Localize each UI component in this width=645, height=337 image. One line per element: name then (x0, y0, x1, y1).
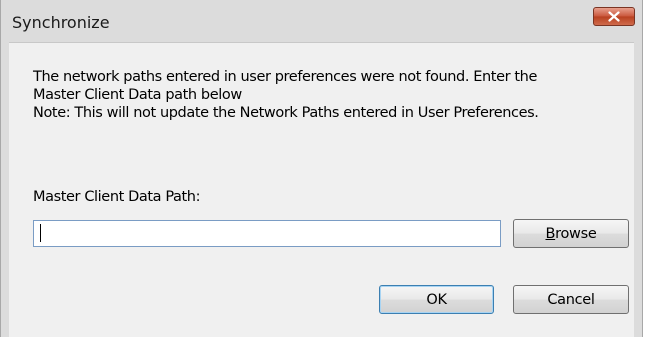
dialog-body: The network paths entered in user prefer… (9, 42, 634, 337)
ok-button[interactable]: OK (379, 285, 494, 314)
close-icon (608, 11, 620, 22)
path-field-label: Master Client Data Path: (33, 189, 201, 205)
message-note: Note: This will not update the Network P… (33, 105, 539, 121)
browse-label: rowse (555, 225, 597, 242)
master-client-data-path-input[interactable] (33, 220, 501, 247)
cancel-button[interactable]: Cancel (513, 285, 629, 314)
browse-mnemonic: B (545, 225, 556, 242)
title-bar[interactable]: Synchronize (1, 0, 642, 42)
browse-button[interactable]: Browse (513, 219, 629, 248)
message-text: The network paths entered in user prefer… (33, 68, 539, 122)
message-line: Master Client Data path below (33, 87, 242, 103)
window-title: Synchronize (12, 13, 110, 32)
synchronize-dialog: Synchronize The network paths entered in… (0, 0, 643, 337)
close-button[interactable] (593, 7, 635, 26)
text-caret (40, 224, 41, 242)
message-line: The network paths entered in user prefer… (33, 69, 537, 85)
